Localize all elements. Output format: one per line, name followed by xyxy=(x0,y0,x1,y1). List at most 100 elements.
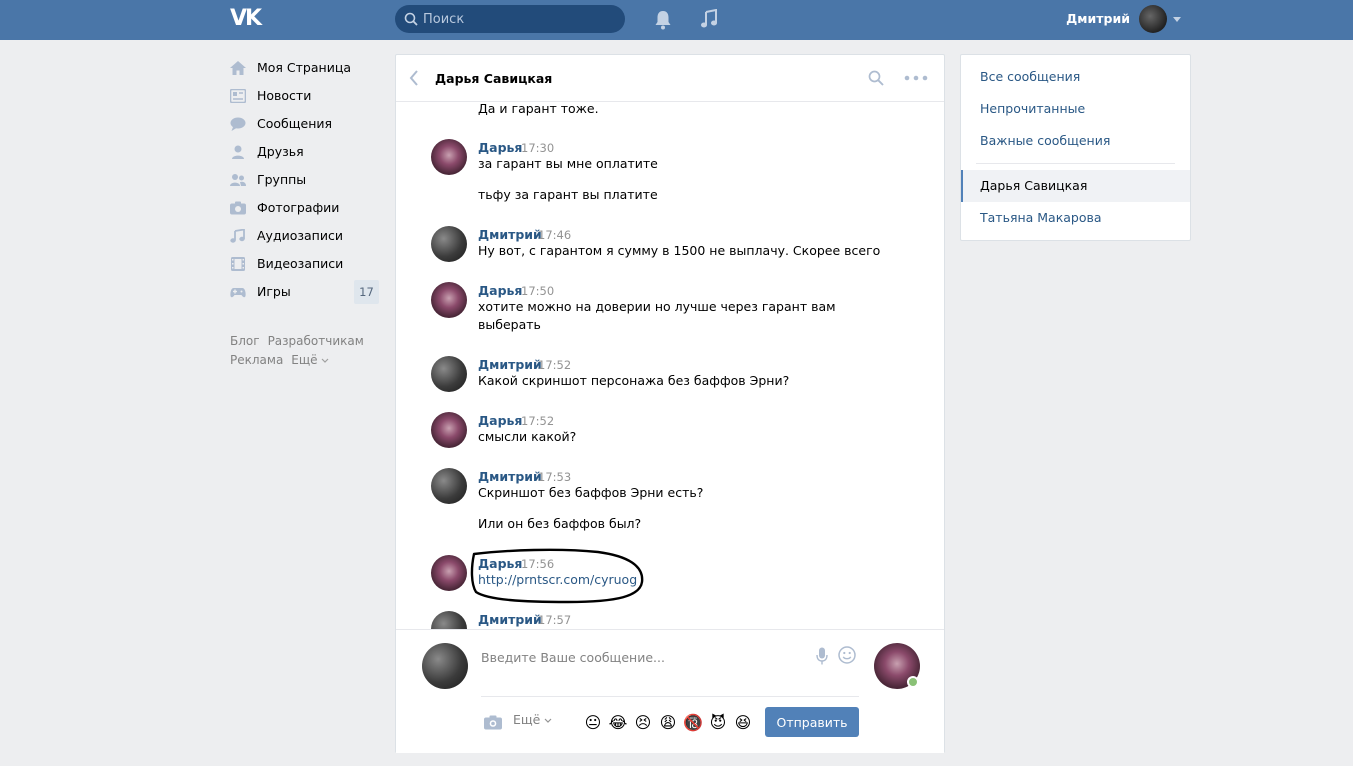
games-count-badge[interactable]: 17 xyxy=(354,280,379,304)
search-input[interactable] xyxy=(423,5,618,33)
footer-link-more[interactable]: Ещё xyxy=(291,351,329,370)
music-icon[interactable] xyxy=(700,9,718,29)
music-note-icon xyxy=(230,229,245,243)
gamepad-icon xyxy=(230,288,246,298)
left-nav: Моя Страница Новости Сообщения Друзья Гр… xyxy=(228,54,383,306)
footer-link-blog[interactable]: Блог xyxy=(230,332,260,351)
sidebar-item-label: Моя Страница xyxy=(257,60,351,75)
chat-header: Дарья Савицкая xyxy=(396,55,944,102)
emoji-tears-of-joy-icon[interactable]: 😂 xyxy=(608,713,628,733)
message-sender[interactable]: Дарья xyxy=(478,413,522,428)
sidebar-item-my-page[interactable]: Моя Страница xyxy=(228,54,383,82)
message-time: 17:57 xyxy=(538,613,572,627)
sidebar-item-label: Группы xyxy=(257,172,307,187)
vk-logo[interactable]: VK xyxy=(230,8,264,30)
chat-title[interactable]: Дарья Савицкая xyxy=(435,55,552,102)
sidebar-item-news[interactable]: Новости xyxy=(228,82,383,110)
avatar[interactable] xyxy=(431,226,467,262)
footer-links: Блог Разработчикам Реклама Ещё xyxy=(230,332,380,370)
message-sender[interactable]: Дарья xyxy=(478,283,522,298)
footer-link-developers[interactable]: Разработчикам xyxy=(268,332,364,351)
sidebar-item-groups[interactable]: Группы xyxy=(228,166,383,194)
emoji-neutral-icon[interactable]: 😐 xyxy=(583,713,603,733)
send-button[interactable]: Отправить xyxy=(765,707,859,737)
dialog-item[interactable]: Татьяна Макарова xyxy=(961,202,1190,234)
avatar[interactable] xyxy=(431,555,467,591)
message-text: Скриншот без баффов Эрни есть? xyxy=(478,485,704,500)
message-sender[interactable]: Дмитрий xyxy=(478,469,542,484)
camera-icon[interactable] xyxy=(484,715,502,730)
emoji-persevering-icon[interactable]: 😣 xyxy=(633,713,653,733)
dialog-item-active[interactable]: Дарья Савицкая xyxy=(961,170,1190,202)
message-text: хотите можно на доверии но лучше через г… xyxy=(478,299,836,314)
filter-all-messages[interactable]: Все сообщения xyxy=(961,61,1190,93)
sidebar-item-label: Новости xyxy=(257,88,312,103)
message-text: смысли какой? xyxy=(478,429,577,444)
attach-more-button[interactable]: Ещё xyxy=(513,712,540,727)
avatar[interactable] xyxy=(431,468,467,504)
sidebar-item-label: Аудиозаписи xyxy=(257,228,343,243)
divider xyxy=(976,163,1175,164)
message-time: 17:30 xyxy=(521,141,555,155)
avatar[interactable] xyxy=(431,282,467,318)
sidebar-item-label: Сообщения xyxy=(257,116,333,131)
message-time: 17:46 xyxy=(538,228,572,242)
message-composer: Ещё 😐 😂 😣 😩 🔞 😈 😆 Отправить xyxy=(396,629,944,753)
message-time: 17:53 xyxy=(538,470,572,484)
emoji-laughing-icon[interactable]: 😆 xyxy=(733,713,753,733)
avatar[interactable] xyxy=(422,643,468,689)
message-text: за гарант вы мне оплатите xyxy=(478,156,658,171)
camera-icon xyxy=(230,201,246,215)
message-sender[interactable]: Дмитрий xyxy=(478,357,542,372)
more-options-icon[interactable] xyxy=(904,75,928,81)
sidebar-item-label: Друзья xyxy=(257,144,304,159)
sidebar-item-audio[interactable]: Аудиозаписи xyxy=(228,222,383,250)
sidebar-item-videos[interactable]: Видеозаписи xyxy=(228,250,383,278)
avatar[interactable] xyxy=(431,412,467,448)
avatar[interactable] xyxy=(1139,5,1167,33)
sidebar-item-messages[interactable]: Сообщения xyxy=(228,110,383,138)
search-icon[interactable] xyxy=(868,70,884,86)
search-box[interactable] xyxy=(395,5,625,33)
filter-important[interactable]: Важные сообщения xyxy=(961,125,1190,157)
chevron-down-icon xyxy=(321,358,329,363)
messages-icon xyxy=(230,117,246,131)
microphone-icon[interactable] xyxy=(816,647,828,665)
groups-icon xyxy=(230,174,246,186)
message-sender[interactable]: Дмитрий xyxy=(478,227,542,242)
chevron-down-icon[interactable] xyxy=(544,718,552,724)
news-icon xyxy=(230,89,246,103)
chevron-down-icon[interactable] xyxy=(1173,17,1181,22)
message-text: тьфу за гарант вы платите xyxy=(478,187,658,202)
sidebar-item-games[interactable]: Игры 17 xyxy=(228,278,383,306)
divider xyxy=(481,696,859,697)
avatar[interactable] xyxy=(431,611,467,629)
message-input[interactable] xyxy=(481,642,811,672)
footer-link-ads[interactable]: Реклама xyxy=(230,351,283,370)
message-time: 17:52 xyxy=(538,358,572,372)
message-sender[interactable]: Дмитрий xyxy=(478,612,542,627)
sidebar-item-label: Игры xyxy=(257,284,291,299)
home-icon xyxy=(230,61,246,75)
message-text: Какой скриншот персонажа без баффов Эрни… xyxy=(478,373,790,388)
emoji-smile-icon[interactable] xyxy=(838,646,856,664)
back-arrow-icon[interactable] xyxy=(408,70,420,86)
avatar[interactable] xyxy=(431,356,467,392)
message-text: Ну вот, с гарантом я сумму в 1500 не вып… xyxy=(478,243,881,258)
sidebar-item-friends[interactable]: Друзья xyxy=(228,138,383,166)
avatar[interactable] xyxy=(431,139,467,175)
top-bar: VK Дмитрий xyxy=(0,0,1353,40)
message-history[interactable]: Да и гарант тоже. Дарья 17:30 за гарант … xyxy=(396,102,944,629)
message-text: Или он без баффов был? xyxy=(478,516,642,531)
emoji-weary-icon[interactable]: 😩 xyxy=(658,713,678,733)
sidebar-item-photos[interactable]: Фотографии xyxy=(228,194,383,222)
emoji-devil-icon[interactable]: 😈 xyxy=(708,713,728,733)
messages-filter-panel: Все сообщения Непрочитанные Важные сообщ… xyxy=(960,54,1191,241)
emoji-no-under-18-icon[interactable]: 🔞 xyxy=(683,713,703,733)
filter-unread[interactable]: Непрочитанные xyxy=(961,93,1190,125)
sidebar-item-label: Фотографии xyxy=(257,200,340,215)
bell-icon[interactable] xyxy=(654,10,672,30)
user-name[interactable]: Дмитрий xyxy=(1050,0,1130,40)
message-sender[interactable]: Дарья xyxy=(478,140,522,155)
footer-more-label: Ещё xyxy=(291,353,318,367)
